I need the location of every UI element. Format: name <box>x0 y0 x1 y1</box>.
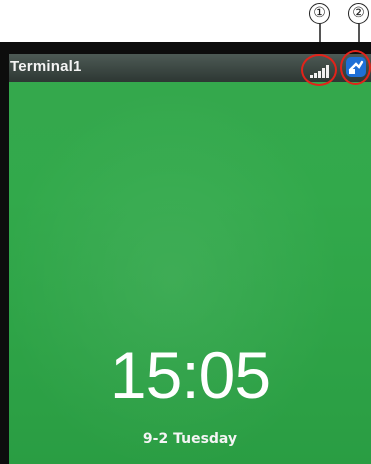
annotation-marker-1: ① <box>309 3 330 24</box>
highlight-ring-network <box>340 50 371 85</box>
clock-date: 9-2 Tuesday <box>142 431 238 447</box>
highlight-ring-signal <box>301 54 337 86</box>
annotation-marker-2: ② <box>348 3 369 24</box>
clock-time: 15:05 <box>109 338 271 412</box>
terminal-name: Terminal1 <box>10 58 82 75</box>
